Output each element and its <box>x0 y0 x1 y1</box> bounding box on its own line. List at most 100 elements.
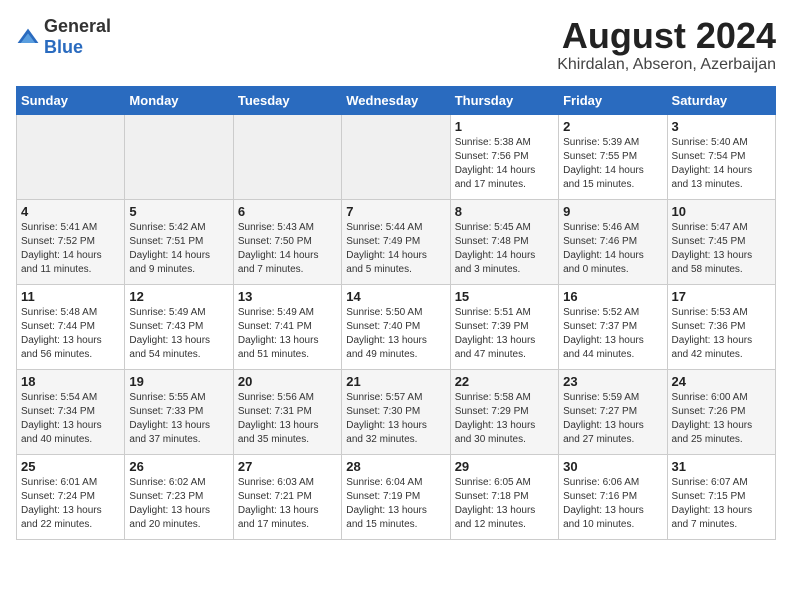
day-number: 3 <box>672 119 771 134</box>
calendar-cell <box>342 114 450 199</box>
day-header-monday: Monday <box>125 86 233 114</box>
day-number: 26 <box>129 459 228 474</box>
day-info: Sunrise: 5:52 AM Sunset: 7:37 PM Dayligh… <box>563 306 662 362</box>
title-block: August 2024 Khirdalan, Abseron, Azerbaij… <box>557 16 776 74</box>
day-number: 28 <box>346 459 445 474</box>
day-info: Sunrise: 6:00 AM Sunset: 7:26 PM Dayligh… <box>672 391 771 447</box>
calendar-week-2: 4 Sunrise: 5:41 AM Sunset: 7:52 PM Daylig… <box>17 199 776 284</box>
day-number: 13 <box>238 289 337 304</box>
calendar-cell: 19Sunrise: 5:55 AM Sunset: 7:33 PM Dayli… <box>125 369 233 454</box>
day-info: Sunrise: 5:58 AM Sunset: 7:29 PM Dayligh… <box>455 391 554 447</box>
calendar-week-3: 11 Sunrise: 5:48 AM Sunset: 7:44 PM Dayli… <box>17 284 776 369</box>
day-number: 21 <box>346 374 445 389</box>
day-info: Sunrise: 6:07 AM Sunset: 7:15 PM Dayligh… <box>672 476 771 532</box>
logo-general: General <box>44 16 111 36</box>
calendar-cell: 29Sunrise: 6:05 AM Sunset: 7:18 PM Dayli… <box>450 454 558 539</box>
logo-icon <box>16 27 40 47</box>
day-info: Sunrise: 5:42 AM Sunset: 7:51 PM Dayligh… <box>129 221 228 277</box>
day-header-tuesday: Tuesday <box>233 86 341 114</box>
calendar-cell: 20Sunrise: 5:56 AM Sunset: 7:31 PM Dayli… <box>233 369 341 454</box>
day-info: Sunrise: 5:40 AM Sunset: 7:54 PM Dayligh… <box>672 136 771 192</box>
calendar-week-1: 1 Sunrise: 5:38 AM Sunset: 7:56 PM Daylig… <box>17 114 776 199</box>
day-info: Sunrise: 5:41 AM Sunset: 7:52 PM Dayligh… <box>21 221 120 277</box>
calendar-cell: 23Sunrise: 5:59 AM Sunset: 7:27 PM Dayli… <box>559 369 667 454</box>
day-info: Sunrise: 5:49 AM Sunset: 7:43 PM Dayligh… <box>129 306 228 362</box>
calendar-cell <box>233 114 341 199</box>
day-info: Sunrise: 5:47 AM Sunset: 7:45 PM Dayligh… <box>672 221 771 277</box>
calendar-cell: 25Sunrise: 6:01 AM Sunset: 7:24 PM Dayli… <box>17 454 125 539</box>
calendar-cell: 4 Sunrise: 5:41 AM Sunset: 7:52 PM Daylig… <box>17 199 125 284</box>
calendar-week-4: 18 Sunrise: 5:54 AM Sunset: 7:34 PM Dayli… <box>17 369 776 454</box>
day-info: Sunrise: 5:49 AM Sunset: 7:41 PM Dayligh… <box>238 306 337 362</box>
calendar-cell: 28 Sunrise: 6:04 AM Sunset: 7:19 PM Dayli… <box>342 454 450 539</box>
day-header-friday: Friday <box>559 86 667 114</box>
day-number: 23 <box>563 374 662 389</box>
calendar-cell: 16 Sunrise: 5:52 AM Sunset: 7:37 PM Dayli… <box>559 284 667 369</box>
calendar-cell: 27Sunrise: 6:03 AM Sunset: 7:21 PM Dayli… <box>233 454 341 539</box>
day-info: Sunrise: 5:56 AM Sunset: 7:31 PM Dayligh… <box>238 391 337 447</box>
day-number: 7 <box>346 204 445 219</box>
day-number: 31 <box>672 459 771 474</box>
calendar-cell: 8 Sunrise: 5:45 AM Sunset: 7:48 PM Daylig… <box>450 199 558 284</box>
day-number: 8 <box>455 204 554 219</box>
day-number: 10 <box>672 204 771 219</box>
day-number: 1 <box>455 119 554 134</box>
day-info: Sunrise: 6:03 AM Sunset: 7:21 PM Dayligh… <box>238 476 337 532</box>
calendar-cell: 14 Sunrise: 5:50 AM Sunset: 7:40 PM Dayli… <box>342 284 450 369</box>
day-number: 11 <box>21 289 120 304</box>
day-info: Sunrise: 6:02 AM Sunset: 7:23 PM Dayligh… <box>129 476 228 532</box>
day-number: 22 <box>455 374 554 389</box>
calendar-cell: 26 Sunrise: 6:02 AM Sunset: 7:23 PM Dayli… <box>125 454 233 539</box>
calendar-cell: 17 Sunrise: 5:53 AM Sunset: 7:36 PM Dayli… <box>667 284 775 369</box>
day-number: 30 <box>563 459 662 474</box>
logo: General Blue <box>16 16 111 58</box>
day-info: Sunrise: 6:04 AM Sunset: 7:19 PM Dayligh… <box>346 476 445 532</box>
day-info: Sunrise: 6:06 AM Sunset: 7:16 PM Dayligh… <box>563 476 662 532</box>
calendar-cell: 1 Sunrise: 5:38 AM Sunset: 7:56 PM Daylig… <box>450 114 558 199</box>
day-info: Sunrise: 5:43 AM Sunset: 7:50 PM Dayligh… <box>238 221 337 277</box>
calendar-cell: 30 Sunrise: 6:06 AM Sunset: 7:16 PM Dayli… <box>559 454 667 539</box>
day-info: Sunrise: 5:48 AM Sunset: 7:44 PM Dayligh… <box>21 306 120 362</box>
day-number: 29 <box>455 459 554 474</box>
day-number: 17 <box>672 289 771 304</box>
calendar-cell: 21 Sunrise: 5:57 AM Sunset: 7:30 PM Dayli… <box>342 369 450 454</box>
day-number: 18 <box>21 374 120 389</box>
calendar-cell: 5Sunrise: 5:42 AM Sunset: 7:51 PM Daylig… <box>125 199 233 284</box>
calendar-cell: 18 Sunrise: 5:54 AM Sunset: 7:34 PM Dayli… <box>17 369 125 454</box>
calendar-cell: 6Sunrise: 5:43 AM Sunset: 7:50 PM Daylig… <box>233 199 341 284</box>
day-info: Sunrise: 5:44 AM Sunset: 7:49 PM Dayligh… <box>346 221 445 277</box>
calendar-table: SundayMondayTuesdayWednesdayThursdayFrid… <box>16 86 776 540</box>
day-info: Sunrise: 5:54 AM Sunset: 7:34 PM Dayligh… <box>21 391 120 447</box>
calendar-cell: 9Sunrise: 5:46 AM Sunset: 7:46 PM Daylig… <box>559 199 667 284</box>
day-info: Sunrise: 5:55 AM Sunset: 7:33 PM Dayligh… <box>129 391 228 447</box>
day-number: 2 <box>563 119 662 134</box>
day-header-sunday: Sunday <box>17 86 125 114</box>
calendar-cell: 3 Sunrise: 5:40 AM Sunset: 7:54 PM Daylig… <box>667 114 775 199</box>
day-info: Sunrise: 5:57 AM Sunset: 7:30 PM Dayligh… <box>346 391 445 447</box>
day-info: Sunrise: 5:38 AM Sunset: 7:56 PM Dayligh… <box>455 136 554 192</box>
calendar-cell: 11 Sunrise: 5:48 AM Sunset: 7:44 PM Dayli… <box>17 284 125 369</box>
calendar-cell: 15Sunrise: 5:51 AM Sunset: 7:39 PM Dayli… <box>450 284 558 369</box>
calendar-cell: 12Sunrise: 5:49 AM Sunset: 7:43 PM Dayli… <box>125 284 233 369</box>
day-info: Sunrise: 5:53 AM Sunset: 7:36 PM Dayligh… <box>672 306 771 362</box>
calendar-cell: 22 Sunrise: 5:58 AM Sunset: 7:29 PM Dayli… <box>450 369 558 454</box>
day-number: 16 <box>563 289 662 304</box>
day-info: Sunrise: 5:50 AM Sunset: 7:40 PM Dayligh… <box>346 306 445 362</box>
page-header: General Blue August 2024 Khirdalan, Abse… <box>16 16 776 74</box>
logo-blue: Blue <box>44 37 83 57</box>
day-number: 14 <box>346 289 445 304</box>
calendar-cell <box>125 114 233 199</box>
calendar-cell: 10 Sunrise: 5:47 AM Sunset: 7:45 PM Dayli… <box>667 199 775 284</box>
day-info: Sunrise: 6:01 AM Sunset: 7:24 PM Dayligh… <box>21 476 120 532</box>
day-number: 9 <box>563 204 662 219</box>
location: Khirdalan, Abseron, Azerbaijan <box>557 56 776 74</box>
calendar-cell: 24 Sunrise: 6:00 AM Sunset: 7:26 PM Dayli… <box>667 369 775 454</box>
day-number: 4 <box>21 204 120 219</box>
days-header-row: SundayMondayTuesdayWednesdayThursdayFrid… <box>17 86 776 114</box>
calendar-cell <box>17 114 125 199</box>
month-year: August 2024 <box>557 16 776 56</box>
calendar-cell: 7 Sunrise: 5:44 AM Sunset: 7:49 PM Daylig… <box>342 199 450 284</box>
day-header-saturday: Saturday <box>667 86 775 114</box>
day-number: 24 <box>672 374 771 389</box>
day-info: Sunrise: 5:45 AM Sunset: 7:48 PM Dayligh… <box>455 221 554 277</box>
